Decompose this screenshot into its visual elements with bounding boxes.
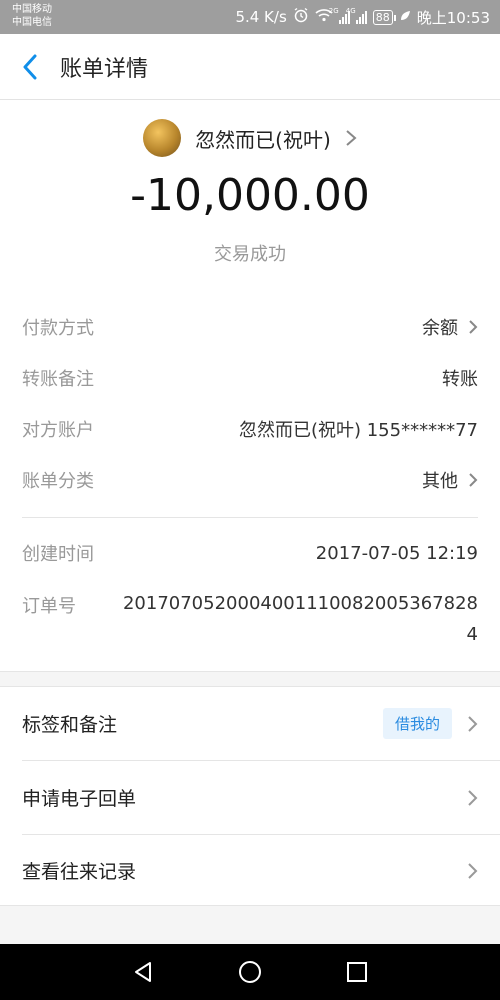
chevron-right-icon bbox=[346, 130, 357, 146]
bill-detail-card: 忽然而已(祝叶) -10,000.00 交易成功 付款方式 余额 转账备注 转账… bbox=[0, 100, 500, 672]
payee-row[interactable]: 忽然而已(祝叶) bbox=[0, 118, 500, 158]
detail-value: 其他 bbox=[422, 467, 478, 493]
status-right: 5.4 K/s 2G 4G 88 晚上10:53 bbox=[235, 6, 490, 28]
detail-value: 忽然而已(祝叶) 155******77 bbox=[238, 420, 478, 441]
e-receipt-row[interactable]: 申请电子回单 bbox=[0, 761, 500, 834]
chevron-left-icon bbox=[23, 54, 37, 79]
leaf-icon bbox=[399, 8, 411, 26]
alarm-icon bbox=[293, 7, 309, 27]
detail-label: 账单分类 bbox=[22, 471, 94, 492]
chevron-right-icon bbox=[469, 473, 478, 487]
created-time-row: 创建时间 2017-07-05 12:19 bbox=[0, 533, 500, 573]
back-button[interactable] bbox=[0, 34, 60, 100]
carrier-2: 中国电信 bbox=[12, 17, 52, 28]
page-title: 账单详情 bbox=[60, 56, 149, 82]
nav-home-button[interactable] bbox=[230, 952, 270, 992]
clock-time: 晚上10:53 bbox=[416, 8, 490, 27]
order-number-label: 订单号 bbox=[22, 596, 76, 617]
avatar bbox=[143, 119, 182, 157]
actions-list: 标签和备注 借我的 申请电子回单 查看往来记录 bbox=[0, 686, 500, 906]
signal-icon-2: 4G bbox=[346, 7, 367, 24]
created-time-label: 创建时间 bbox=[22, 544, 94, 565]
chevron-right-icon bbox=[468, 862, 478, 879]
detail-label: 转账备注 bbox=[22, 369, 94, 390]
action-label: 标签和备注 bbox=[22, 714, 118, 736]
created-time-value: 2017-07-05 12:19 bbox=[315, 542, 478, 564]
battery-icon: 88 bbox=[372, 9, 396, 25]
detail-row-category[interactable]: 账单分类 其他 bbox=[0, 460, 500, 500]
category-value: 其他 bbox=[422, 471, 458, 492]
tag-badge: 借我的 bbox=[382, 708, 452, 739]
action-label: 申请电子回单 bbox=[22, 788, 137, 810]
detail-label: 对方账户 bbox=[22, 420, 94, 441]
action-label: 查看往来记录 bbox=[22, 861, 137, 883]
square-recent-icon bbox=[346, 962, 367, 982]
status-bar: 中国移动 中国电信 5.4 K/s 2G 4G 88 晚上10:53 bbox=[0, 0, 500, 34]
detail-label: 付款方式 bbox=[22, 318, 94, 339]
nav-recent-button[interactable] bbox=[337, 952, 377, 992]
payment-method-value: 余额 bbox=[422, 318, 458, 339]
chevron-right-icon bbox=[469, 320, 478, 334]
transaction-amount: -10,000.00 bbox=[130, 170, 370, 221]
triangle-back-icon bbox=[135, 962, 152, 982]
transaction-status: 交易成功 bbox=[214, 244, 286, 265]
detail-row-payment-method[interactable]: 付款方式 余额 bbox=[0, 307, 500, 347]
detail-row-counterparty: 对方账户 忽然而已(祝叶) 155******77 bbox=[0, 409, 500, 449]
payee-name: 忽然而已(祝叶) bbox=[195, 127, 331, 152]
order-number-value: 20170705200040011100820053678284 bbox=[122, 593, 478, 645]
system-nav-bar bbox=[0, 944, 500, 1000]
history-row[interactable]: 查看往来记录 bbox=[0, 834, 500, 907]
app-header: 账单详情 bbox=[0, 34, 500, 100]
carrier-info: 中国移动 中国电信 bbox=[12, 3, 52, 29]
tags-and-notes-row[interactable]: 标签和备注 借我的 bbox=[0, 687, 500, 760]
carrier-1: 中国移动 bbox=[12, 4, 52, 15]
chevron-right-icon bbox=[468, 715, 478, 732]
divider bbox=[22, 517, 478, 518]
nav-back-button[interactable] bbox=[123, 952, 163, 992]
detail-value: 余额 bbox=[422, 314, 478, 340]
network-speed: 5.4 K/s bbox=[235, 8, 287, 26]
circle-home-icon bbox=[238, 961, 261, 983]
chevron-right-icon bbox=[468, 789, 478, 806]
detail-row-transfer-note: 转账备注 转账 bbox=[0, 358, 500, 398]
detail-value: 转账 bbox=[442, 369, 478, 390]
